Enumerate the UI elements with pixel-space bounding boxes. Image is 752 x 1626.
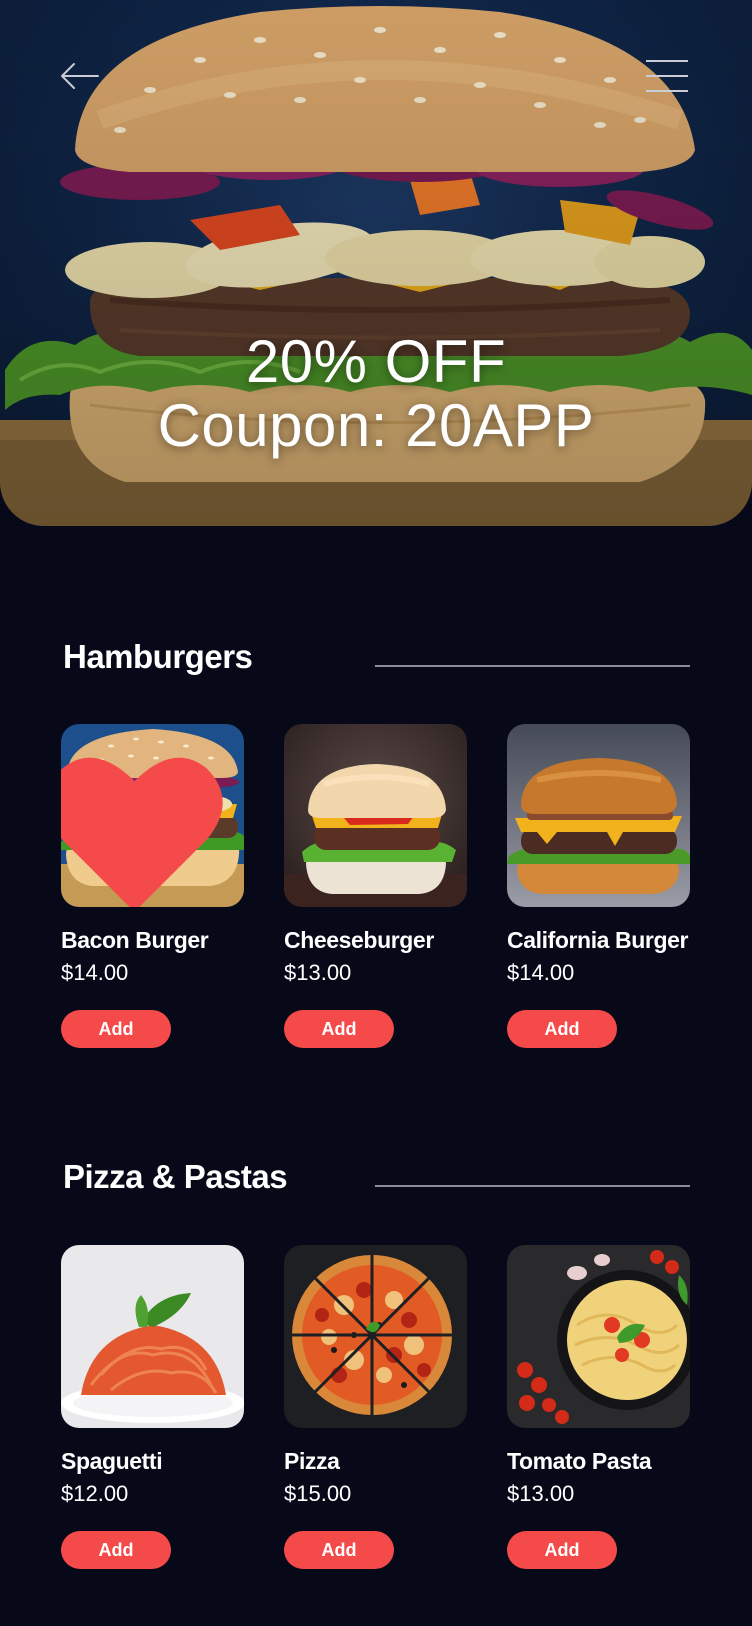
promo-coupon: Coupon: 20APP	[157, 392, 595, 459]
menu-item-card: Bacon Burger $14.00 Add	[61, 724, 244, 1048]
item-price: $12.00	[61, 1481, 129, 1506]
california-burger-image	[507, 724, 690, 907]
item-image[interactable]	[284, 724, 467, 907]
item-price: $13.00	[507, 1481, 575, 1506]
pizza-image	[284, 1245, 467, 1428]
menu-item-card: Cheeseburger $13.00 Add	[284, 724, 467, 1048]
heart-icon[interactable]	[61, 742, 226, 907]
item-name: Tomato Pasta	[507, 1448, 652, 1474]
item-price: $13.00	[284, 960, 352, 985]
section-title-hamburgers: Hamburgers	[63, 638, 253, 675]
tomato-pasta-image	[507, 1245, 690, 1428]
add-to-cart-button[interactable]: Add	[61, 1010, 171, 1048]
item-image[interactable]	[61, 1245, 244, 1428]
menu-item-card: Spaguetti $12.00 Add	[61, 1245, 244, 1569]
item-image[interactable]	[507, 724, 690, 907]
menu-item-card: Tomato Pasta $13.00 Add	[507, 1245, 690, 1569]
item-name: California Burger	[507, 927, 689, 953]
item-price: $14.00	[61, 960, 129, 985]
item-name: Spaguetti	[61, 1448, 163, 1474]
item-image[interactable]	[507, 1245, 690, 1428]
spaghetti-image	[61, 1245, 244, 1428]
promo-text: 20% OFF Coupon: 20APP	[0, 330, 752, 458]
promo-headline: 20% OFF	[245, 328, 507, 395]
item-price: $14.00	[507, 960, 575, 985]
arrow-left-icon[interactable]	[58, 58, 102, 94]
item-name: Pizza	[284, 1448, 340, 1474]
add-to-cart-button[interactable]: Add	[61, 1531, 171, 1569]
menu-item-card: Pizza $15.00 Add	[284, 1245, 467, 1569]
item-image[interactable]	[61, 724, 244, 907]
item-price: $15.00	[284, 1481, 352, 1506]
hero-banner: 20% OFF Coupon: 20APP	[0, 0, 752, 526]
cheeseburger-image	[284, 724, 467, 907]
add-to-cart-button[interactable]: Add	[284, 1010, 394, 1048]
item-image[interactable]	[284, 1245, 467, 1428]
section-divider	[375, 1185, 690, 1187]
item-name: Cheeseburger	[284, 927, 434, 953]
add-to-cart-button[interactable]: Add	[507, 1531, 617, 1569]
add-to-cart-button[interactable]: Add	[507, 1010, 617, 1048]
item-name: Bacon Burger	[61, 927, 209, 953]
section-title-pizza-pastas: Pizza & Pastas	[63, 1158, 288, 1195]
menu-item-card: California Burger $14.00 Add	[507, 724, 690, 1048]
section-divider	[375, 665, 690, 667]
add-to-cart-button[interactable]: Add	[284, 1531, 394, 1569]
hamburger-menu-icon[interactable]	[644, 58, 690, 94]
